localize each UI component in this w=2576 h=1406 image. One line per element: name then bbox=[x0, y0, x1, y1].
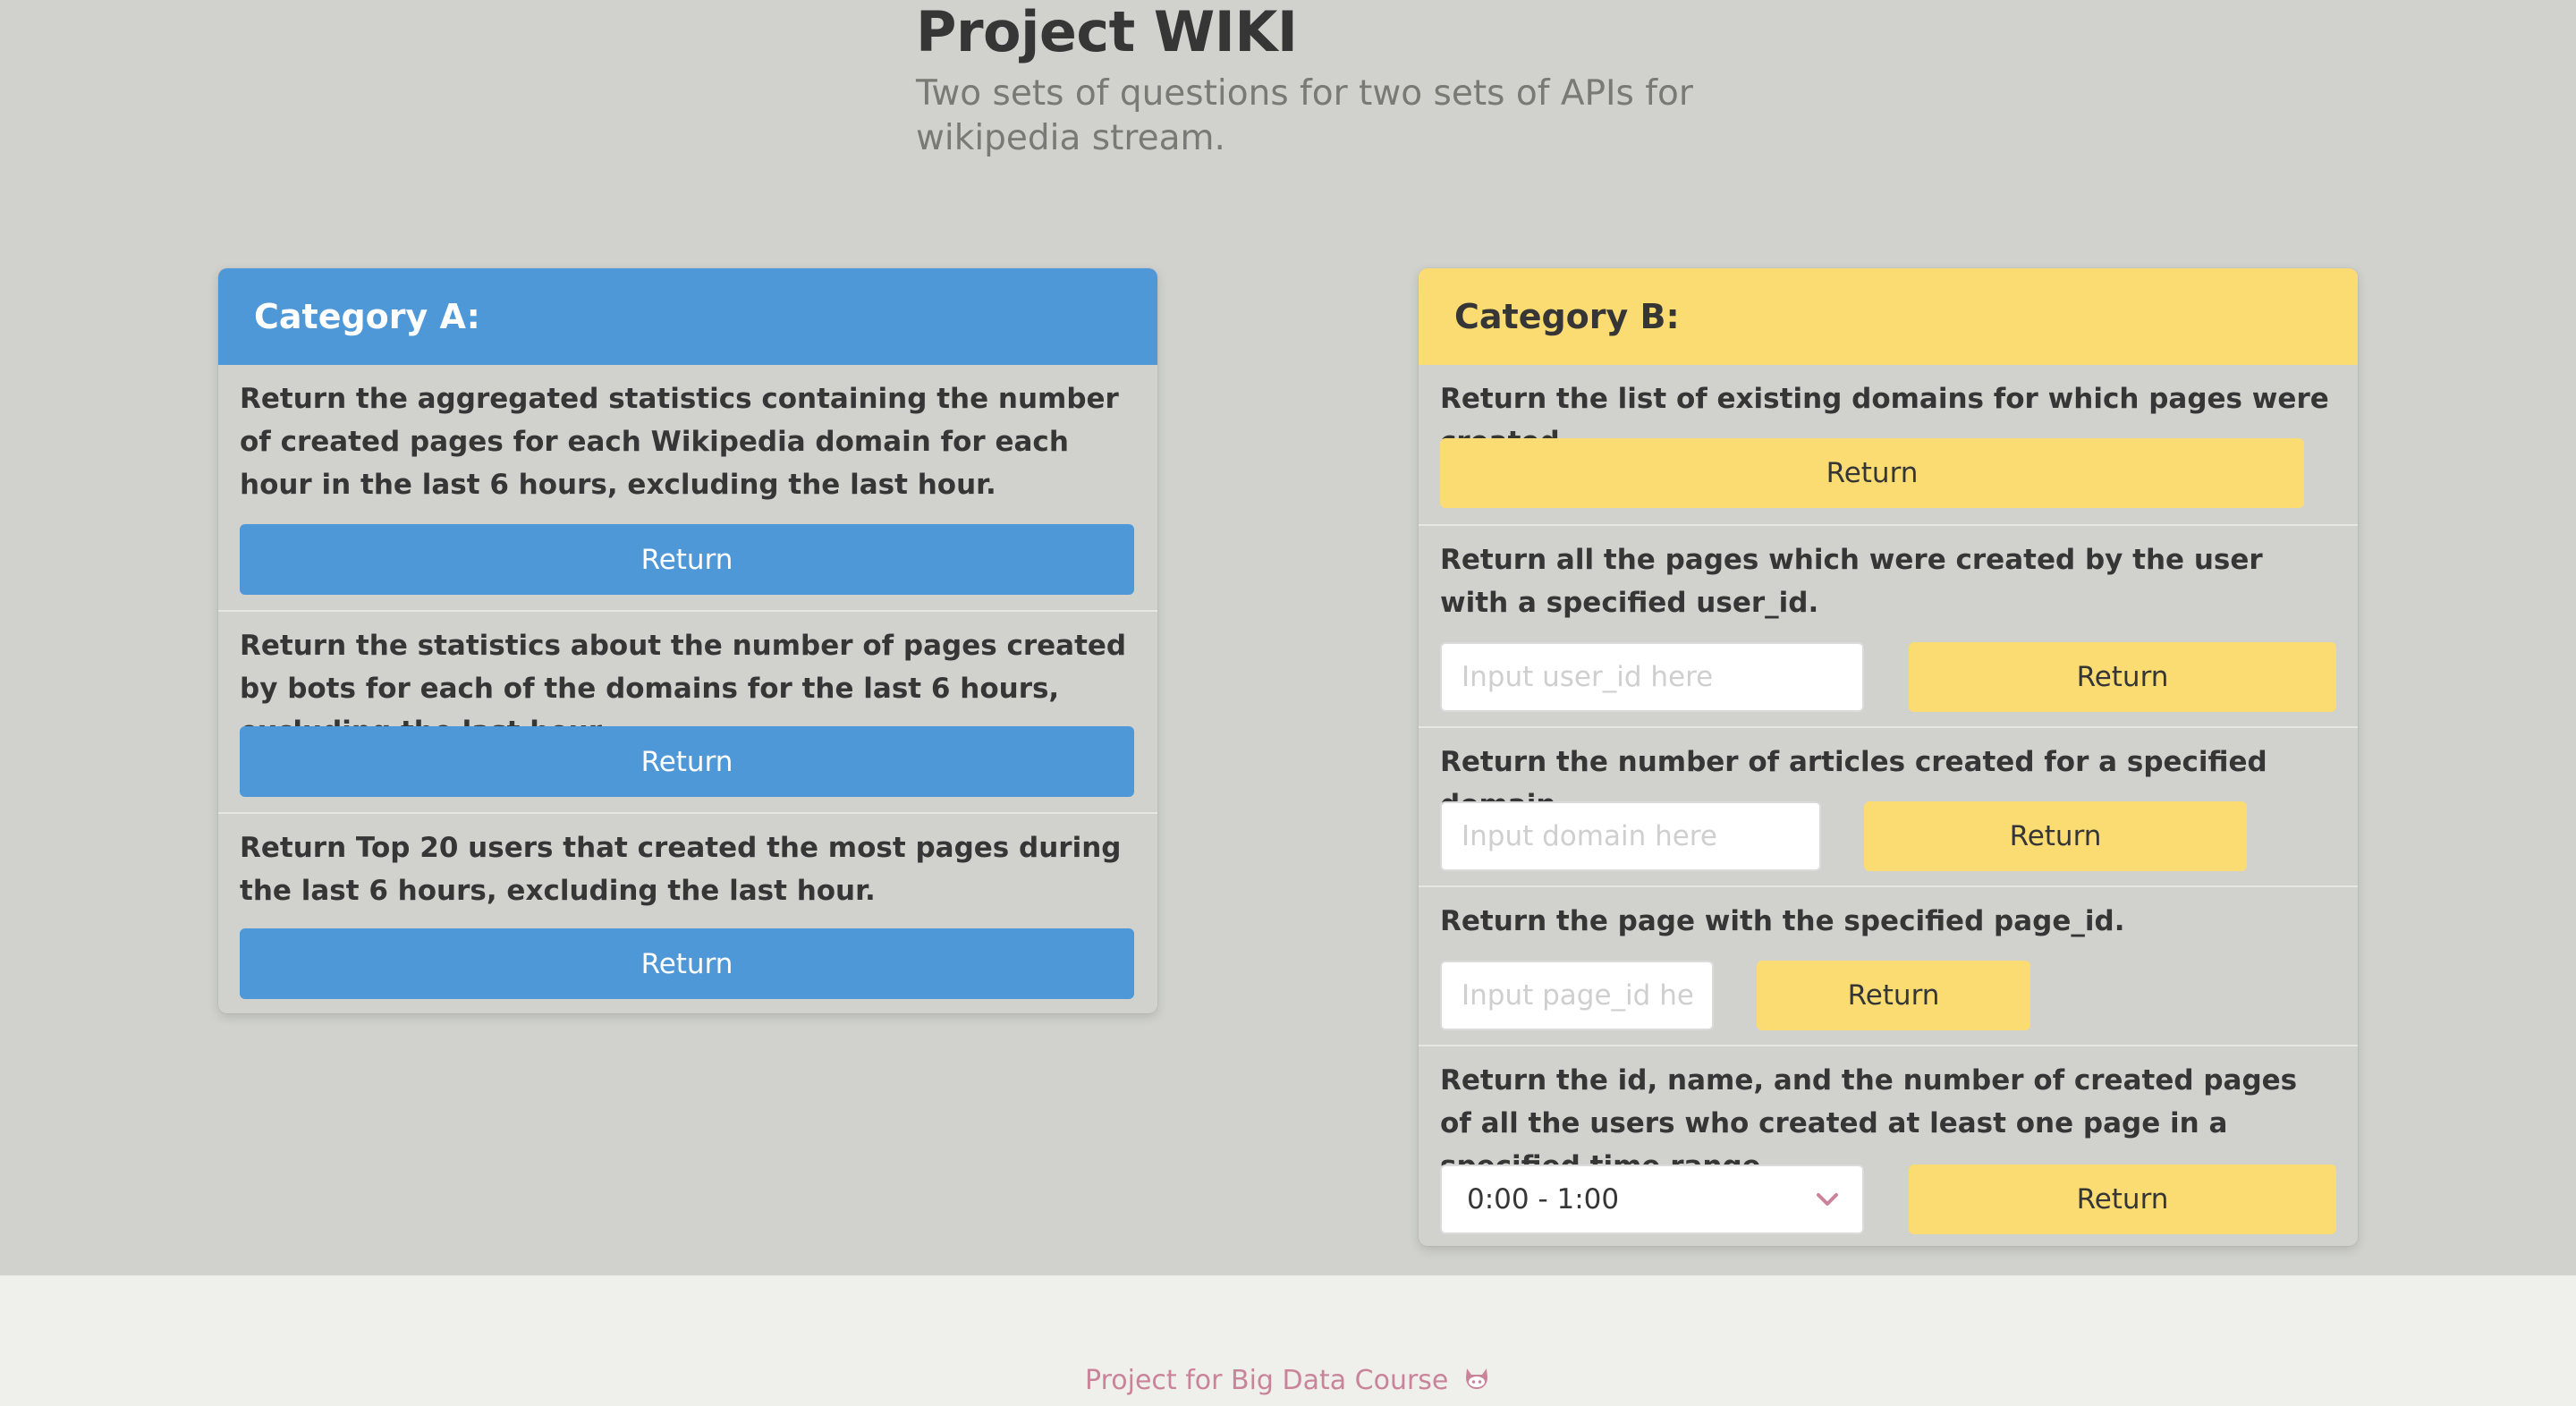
category-b-item-4: Return the page with the specified page_… bbox=[1419, 885, 2358, 1046]
category-a-title: Category A: bbox=[218, 268, 1157, 365]
return-button[interactable]: Return bbox=[1864, 801, 2247, 871]
return-button[interactable]: Return bbox=[1909, 1165, 2336, 1234]
category-b-item-5: Return the id, name, and the number of c… bbox=[1419, 1045, 2358, 1246]
category-b-item-1: Return the list of existing domains for … bbox=[1419, 365, 2358, 524]
user-id-input[interactable] bbox=[1440, 642, 1864, 712]
return-button[interactable]: Return bbox=[1757, 961, 2030, 1030]
category-a-item-3: Return Top 20 users that created the mos… bbox=[218, 812, 1157, 1013]
question-text: Return the aggregated statistics contain… bbox=[240, 383, 1119, 501]
footer: Project for Big Data Course bbox=[0, 1275, 2576, 1406]
page-title: Project WIKI bbox=[916, 0, 1298, 64]
category-a-card: Category A: Return the aggregated statis… bbox=[218, 268, 1157, 1013]
category-a-item-1: Return the aggregated statistics contain… bbox=[218, 365, 1157, 595]
question-text: Return the page with the specified page_… bbox=[1440, 905, 2125, 937]
return-button[interactable]: Return bbox=[1909, 642, 2336, 712]
return-button[interactable]: Return bbox=[1440, 438, 2304, 508]
category-a-item-2: Return the statistics about the number o… bbox=[218, 610, 1157, 814]
main-section: Project WIKI Two sets of questions for t… bbox=[0, 0, 2576, 1275]
return-button[interactable]: Return bbox=[240, 524, 1134, 595]
github-icon bbox=[1462, 1365, 1491, 1399]
category-b-title: Category B: bbox=[1419, 268, 2358, 365]
page-id-input[interactable] bbox=[1440, 961, 1714, 1030]
category-b-item-2: Return all the pages which were created … bbox=[1419, 524, 2358, 728]
footer-text: Project for Big Data Course bbox=[1085, 1365, 1449, 1396]
category-b-item-3: Return the number of articles created fo… bbox=[1419, 726, 2358, 887]
question-text: Return all the pages which were created … bbox=[1440, 544, 2263, 619]
category-b-card: Category B: Return the list of existing … bbox=[1419, 268, 2358, 1246]
domain-input[interactable] bbox=[1440, 801, 1821, 871]
question-text: Return Top 20 users that created the mos… bbox=[240, 832, 1122, 907]
time-range-select[interactable]: 0:00 - 1:00 bbox=[1440, 1165, 1864, 1234]
page-subtitle: Two sets of questions for two sets of AP… bbox=[916, 73, 1693, 158]
return-button[interactable]: Return bbox=[240, 928, 1134, 999]
footer-link[interactable]: Project for Big Data Course bbox=[0, 1365, 2576, 1399]
page: Project WIKI Two sets of questions for t… bbox=[0, 0, 2576, 1406]
return-button[interactable]: Return bbox=[240, 726, 1134, 797]
time-range-value: 0:00 - 1:00 bbox=[1467, 1183, 1620, 1215]
chevron-down-icon bbox=[1817, 1193, 1838, 1206]
